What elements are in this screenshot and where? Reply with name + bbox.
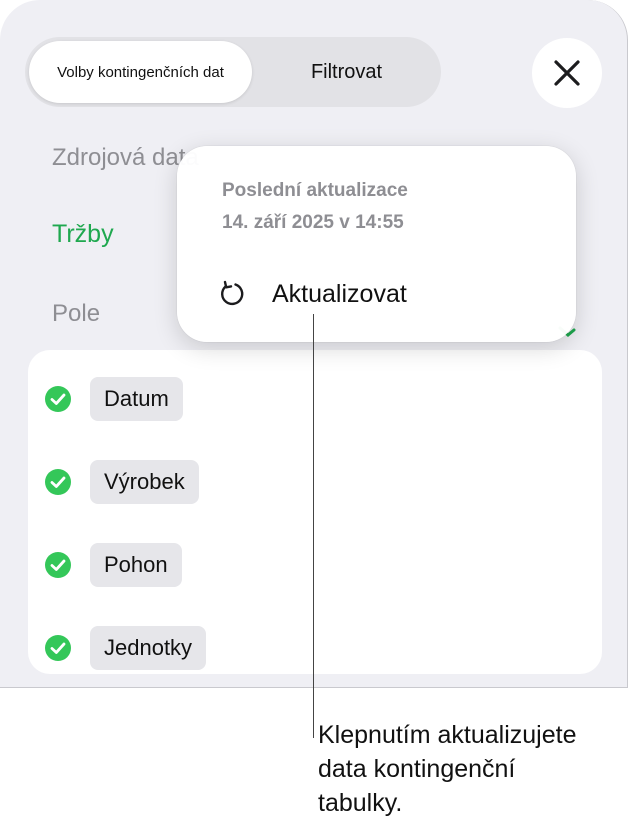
fields-list: Datum Výrobek Pohon Jednotky: [28, 350, 602, 674]
checkmark-circle-icon[interactable]: [44, 468, 72, 496]
last-updated-label: Poslední aktualizace: [222, 180, 408, 201]
refresh-icon: [221, 280, 244, 306]
callout-line: Klepnutím aktualizujete: [318, 721, 577, 749]
checkmark-circle-icon[interactable]: [44, 551, 72, 579]
field-row-datum[interactable]: Datum: [44, 377, 183, 421]
pivot-options-sheet: Volby kontingenčních dat Filtrovat Zdroj…: [0, 0, 628, 688]
field-chip[interactable]: Pohon: [90, 543, 182, 587]
tab-pivot-options[interactable]: Volby kontingenčních dat: [29, 41, 252, 103]
callout-text: Klepnutím aktualizujete data kontingenčn…: [318, 718, 628, 820]
field-row-jednotky[interactable]: Jednotky: [44, 626, 207, 670]
field-chip[interactable]: Výrobek: [90, 460, 199, 504]
callout-leader-line: [313, 314, 314, 738]
source-data-value[interactable]: Tržby: [52, 220, 114, 249]
checkmark-circle-icon[interactable]: [44, 385, 72, 413]
fields-label: Pole: [52, 300, 101, 327]
field-chip[interactable]: Jednotky: [90, 626, 207, 670]
close-button[interactable]: [532, 38, 602, 108]
source-data-label: Zdrojová data: [52, 144, 199, 171]
callout-line: tabulky.: [318, 789, 403, 817]
callout-line: data kontingenční: [318, 755, 516, 783]
field-chip[interactable]: Datum: [90, 377, 183, 421]
tab-filter[interactable]: Filtrovat: [256, 41, 437, 103]
last-updated-date: 14. září 2025 v 14:55: [222, 212, 404, 233]
close-icon: [554, 60, 580, 86]
segmented-control: Volby kontingenčních dat Filtrovat: [25, 37, 441, 107]
field-row-pohon[interactable]: Pohon: [44, 543, 182, 587]
refresh-button[interactable]: Aktualizovat: [217, 272, 407, 316]
refresh-label: Aktualizovat: [272, 279, 407, 308]
field-row-vyrobek[interactable]: Výrobek: [44, 460, 199, 504]
checkmark-circle-icon[interactable]: [44, 634, 72, 662]
refresh-popover: Poslední aktualizace 14. září 2025 v 14:…: [177, 146, 576, 342]
